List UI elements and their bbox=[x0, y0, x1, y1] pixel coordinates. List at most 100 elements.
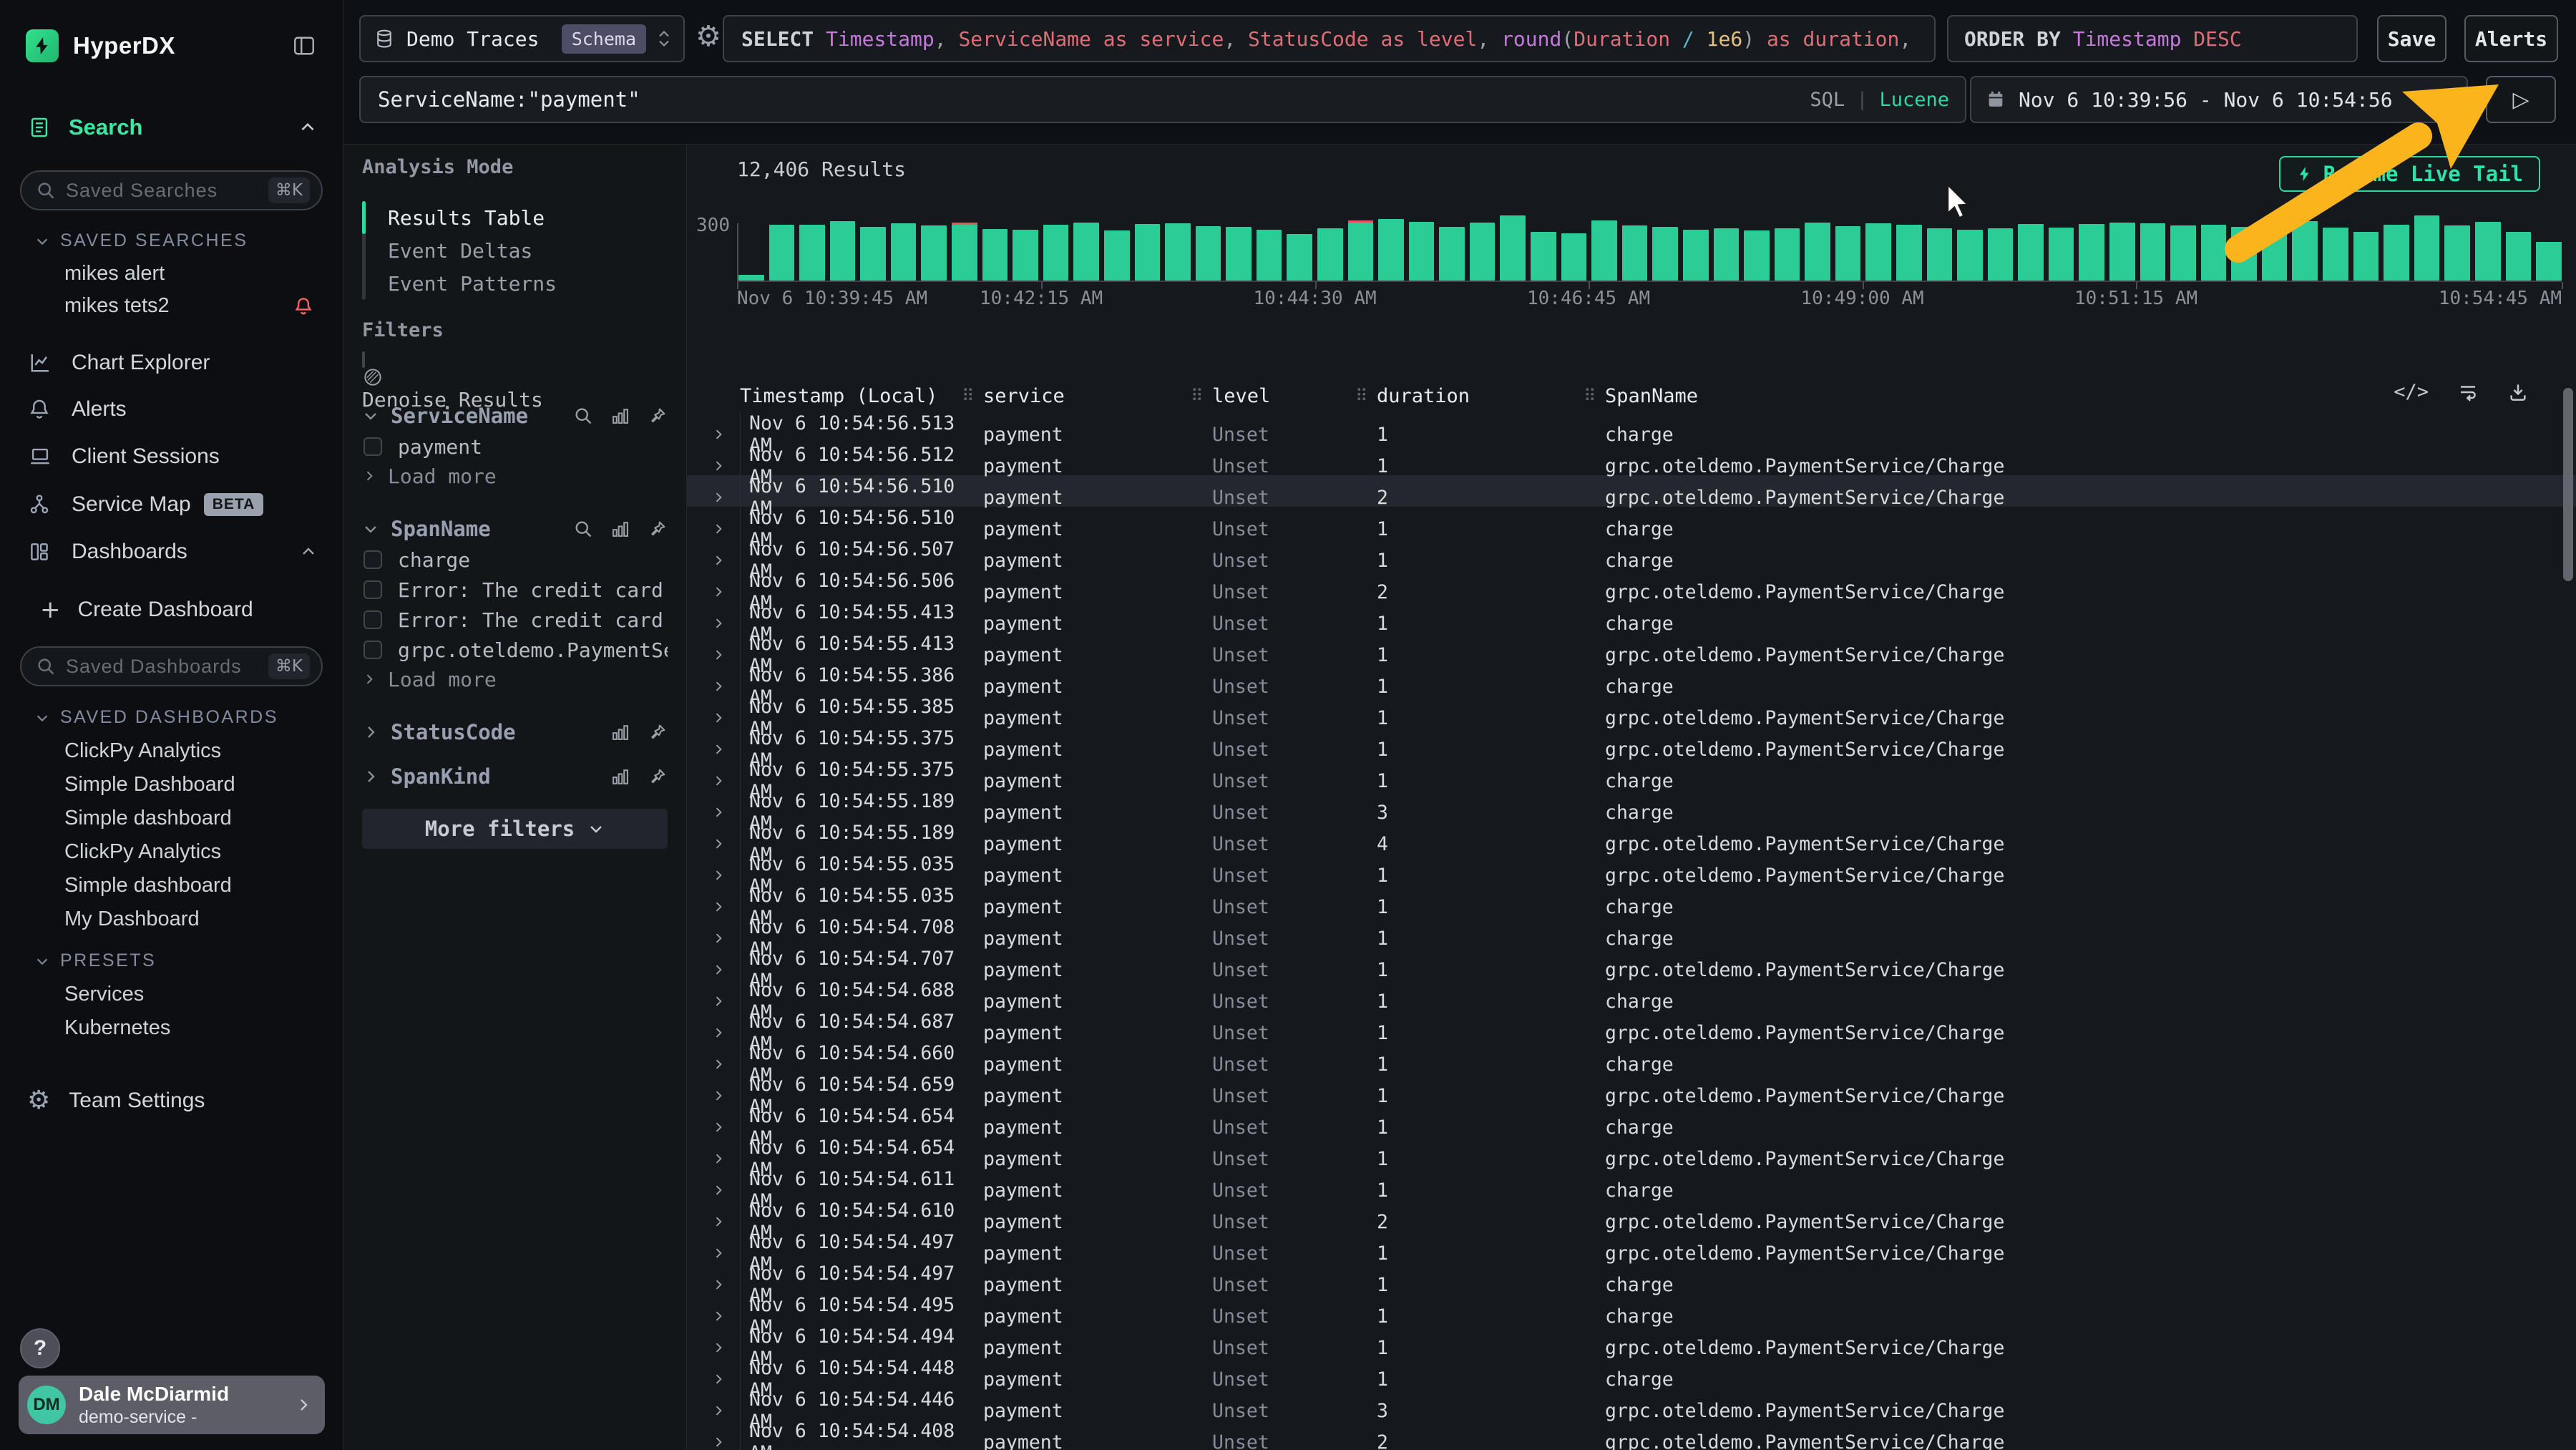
resume-live-tail-button[interactable]: Resume Live Tail bbox=[2279, 156, 2540, 192]
alerts-button[interactable]: Alerts bbox=[2464, 15, 2558, 62]
histogram-bar[interactable] bbox=[1470, 223, 1496, 281]
facet-option-checkbox[interactable] bbox=[364, 550, 382, 569]
histogram-bar[interactable] bbox=[1531, 232, 1556, 281]
saved-dashboards-header[interactable]: SAVED DASHBOARDS bbox=[34, 707, 278, 728]
drag-handle-icon[interactable]: ⠿ bbox=[1191, 386, 1204, 406]
expand-row-icon[interactable] bbox=[707, 1089, 740, 1103]
expand-row-icon[interactable] bbox=[707, 648, 740, 662]
expand-row-icon[interactable] bbox=[707, 679, 740, 694]
facet-option-checkbox[interactable] bbox=[364, 580, 382, 599]
chevron-down-icon[interactable] bbox=[362, 520, 379, 537]
histogram-bar[interactable] bbox=[1591, 220, 1617, 281]
histogram-bar[interactable] bbox=[2323, 228, 2348, 281]
expand-row-icon[interactable] bbox=[707, 1309, 740, 1323]
table-row[interactable]: Nov 6 10:54:54.660 AMpaymentUnset1charge bbox=[687, 1042, 2576, 1074]
results-histogram[interactable]: 300 bbox=[737, 213, 2562, 282]
chevron-down-icon[interactable] bbox=[362, 407, 379, 424]
table-row[interactable]: Nov 6 10:54:54.611 AMpaymentUnset1charge bbox=[687, 1168, 2576, 1200]
facet-option[interactable]: payment bbox=[362, 432, 668, 462]
histogram-bar[interactable] bbox=[921, 225, 947, 281]
table-row[interactable]: Nov 6 10:54:54.707 AMpaymentUnset1grpc.o… bbox=[687, 948, 2576, 979]
histogram-bar[interactable] bbox=[1805, 223, 1830, 281]
table-row[interactable]: Nov 6 10:54:55.413 AMpaymentUnset1charge bbox=[687, 601, 2576, 633]
histogram-bar[interactable] bbox=[1409, 222, 1435, 281]
saved-searches-search-input[interactable]: Saved Searches ⌘K bbox=[20, 170, 323, 210]
saved-dashboard-item[interactable]: Simple Dashboard bbox=[0, 768, 343, 802]
expand-row-icon[interactable] bbox=[707, 805, 740, 819]
source-settings-gear-icon[interactable]: ⚙ bbox=[696, 20, 721, 53]
table-row[interactable]: Nov 6 10:54:55.035 AMpaymentUnset1grpc.o… bbox=[687, 853, 2576, 885]
language-toggle-lucene[interactable]: Lucene bbox=[1879, 89, 1949, 111]
histogram-bar[interactable] bbox=[1226, 227, 1252, 281]
expand-row-icon[interactable] bbox=[707, 1246, 740, 1260]
histogram-bar[interactable] bbox=[1317, 228, 1343, 281]
histogram-bar[interactable] bbox=[830, 221, 856, 281]
histogram-bar[interactable] bbox=[799, 225, 825, 281]
histogram-bar[interactable] bbox=[1775, 228, 1800, 281]
chevron-up-icon[interactable] bbox=[298, 118, 317, 137]
chart-icon[interactable] bbox=[610, 767, 630, 787]
table-row[interactable]: Nov 6 10:54:54.448 AMpaymentUnset1charge bbox=[687, 1357, 2576, 1388]
more-filters-button[interactable]: More filters bbox=[362, 809, 668, 849]
chevron-up-icon[interactable] bbox=[300, 543, 317, 560]
expand-row-icon[interactable] bbox=[707, 616, 740, 631]
sidebar-item-alerts[interactable]: Alerts bbox=[27, 393, 317, 426]
saved-dashboard-item[interactable]: My Dashboard bbox=[0, 902, 343, 936]
chevron-right-icon[interactable] bbox=[362, 768, 379, 785]
expand-row-icon[interactable] bbox=[707, 490, 740, 505]
search-icon[interactable] bbox=[573, 406, 593, 426]
search-query-input[interactable]: ServiceName:"payment" SQL | Lucene bbox=[359, 76, 1966, 123]
histogram-bar[interactable] bbox=[1439, 227, 1465, 281]
expand-row-icon[interactable] bbox=[707, 900, 740, 914]
expand-row-icon[interactable] bbox=[707, 585, 740, 599]
expand-row-icon[interactable] bbox=[707, 1372, 740, 1386]
help-button[interactable]: ? bbox=[20, 1328, 60, 1368]
col-timestamp[interactable]: Timestamp (Local) bbox=[740, 385, 983, 407]
histogram-bar[interactable] bbox=[2140, 223, 2166, 281]
histogram-bar[interactable] bbox=[982, 229, 1008, 281]
histogram-bar[interactable] bbox=[1500, 215, 1526, 281]
presets-header[interactable]: PRESETS bbox=[34, 950, 156, 971]
expand-row-icon[interactable] bbox=[707, 1183, 740, 1197]
sidebar-item-dashboards[interactable]: Dashboards bbox=[27, 535, 317, 568]
select-query-input[interactable]: SELECT Timestamp, ServiceName as service… bbox=[723, 15, 1936, 62]
sidebar-item-client-sessions[interactable]: Client Sessions bbox=[27, 440, 317, 473]
facet-option[interactable]: charge bbox=[362, 545, 668, 575]
expand-row-icon[interactable] bbox=[707, 522, 740, 536]
histogram-bar[interactable] bbox=[1652, 227, 1678, 281]
run-query-button[interactable]: ▷ bbox=[2486, 76, 2556, 123]
col-service[interactable]: ⠿service bbox=[983, 385, 1212, 407]
sidebar-item-team-settings[interactable]: ⚙ Team Settings bbox=[27, 1084, 317, 1117]
drag-handle-icon[interactable]: ⠿ bbox=[1355, 386, 1368, 406]
table-row[interactable]: Nov 6 10:54:54.688 AMpaymentUnset1charge bbox=[687, 979, 2576, 1011]
table-row[interactable]: Nov 6 10:54:56.506 AMpaymentUnset2grpc.o… bbox=[687, 570, 2576, 601]
denoise-results-toggle[interactable]: Denoise Results bbox=[362, 353, 668, 384]
table-row[interactable]: Nov 6 10:54:55.385 AMpaymentUnset1grpc.o… bbox=[687, 696, 2576, 727]
vertical-scrollbar[interactable] bbox=[2563, 388, 2573, 581]
histogram-bar[interactable] bbox=[1835, 226, 1861, 281]
analysis-mode-option[interactable]: Event Patterns bbox=[343, 267, 686, 300]
preset-item[interactable]: Kubernetes bbox=[0, 1011, 343, 1045]
sidebar-item-search[interactable]: Search bbox=[27, 111, 317, 144]
expand-row-icon[interactable] bbox=[707, 774, 740, 788]
language-toggle-sql[interactable]: SQL bbox=[1810, 89, 1845, 111]
facet-header[interactable]: StatusCode bbox=[362, 716, 668, 748]
table-row[interactable]: Nov 6 10:54:55.413 AMpaymentUnset1grpc.o… bbox=[687, 633, 2576, 664]
histogram-bar[interactable] bbox=[2262, 223, 2288, 281]
histogram-bar[interactable] bbox=[891, 223, 917, 281]
histogram-bar[interactable] bbox=[2292, 221, 2318, 281]
chart-icon[interactable] bbox=[610, 406, 630, 426]
table-row[interactable]: Nov 6 10:54:54.494 AMpaymentUnset1grpc.o… bbox=[687, 1325, 2576, 1357]
histogram-bar[interactable] bbox=[1561, 233, 1587, 281]
histogram-bar[interactable] bbox=[1622, 225, 1648, 281]
load-more-button[interactable]: Load more bbox=[362, 462, 668, 490]
histogram-bar[interactable] bbox=[1135, 224, 1161, 281]
expand-row-icon[interactable] bbox=[707, 711, 740, 725]
table-row[interactable]: Nov 6 10:54:56.510 AMpaymentUnset2grpc.o… bbox=[687, 475, 2576, 507]
saved-dashboard-item[interactable]: ClickPy Analytics bbox=[0, 835, 343, 869]
table-row[interactable]: Nov 6 10:54:55.035 AMpaymentUnset1charge bbox=[687, 885, 2576, 916]
table-row[interactable]: Nov 6 10:54:54.408 AMpaymentUnset2grpc.o… bbox=[687, 1420, 2576, 1450]
histogram-bar[interactable] bbox=[1683, 230, 1709, 281]
histogram-bar[interactable] bbox=[952, 225, 977, 281]
saved-dashboard-item[interactable]: ClickPy Analytics bbox=[0, 734, 343, 768]
